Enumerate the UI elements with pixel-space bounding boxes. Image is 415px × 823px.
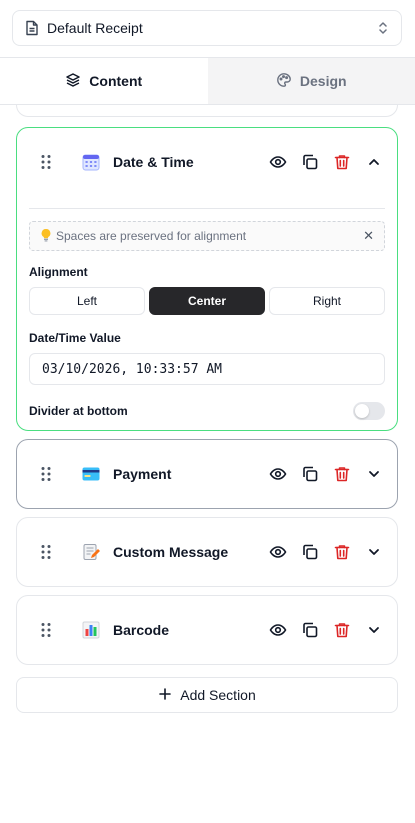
template-select[interactable]: Default Receipt	[12, 10, 402, 46]
copy-icon[interactable]	[301, 465, 319, 483]
eye-icon[interactable]	[269, 621, 287, 639]
add-section-label: Add Section	[180, 687, 256, 703]
section-card-date-time: Date & Time Spaces are preserved for ali…	[16, 127, 398, 431]
tab-design[interactable]: Design	[207, 58, 415, 104]
drag-handle-icon[interactable]	[39, 154, 53, 170]
align-right-button[interactable]: Right	[269, 287, 385, 315]
section-card-barcode: Barcode	[16, 595, 398, 665]
section-title: Barcode	[113, 622, 170, 638]
divider-toggle[interactable]	[353, 402, 385, 420]
section-header[interactable]: Date & Time	[17, 128, 397, 196]
section-header[interactable]: Custom Message	[17, 518, 397, 586]
plus-icon	[158, 687, 172, 704]
bar-chart-emoji-icon	[81, 620, 101, 640]
section-card-custom-message: Custom Message	[16, 517, 398, 587]
section-header[interactable]: Payment	[17, 440, 397, 508]
layers-icon	[65, 72, 81, 91]
trash-icon[interactable]	[333, 153, 351, 171]
tab-content-label: Content	[89, 73, 143, 89]
eye-icon[interactable]	[269, 543, 287, 561]
section-title: Payment	[113, 466, 172, 482]
divider-row: Divider at bottom	[29, 399, 385, 423]
chevron-down-icon[interactable]	[365, 465, 383, 483]
divider-at-bottom-label: Divider at bottom	[29, 404, 128, 418]
copy-icon[interactable]	[301, 153, 319, 171]
date-time-value-label: Date/Time Value	[29, 331, 121, 345]
tab-content[interactable]: Content	[0, 58, 208, 104]
hint-text: Spaces are preserved for alignment	[56, 229, 247, 243]
alignment-label: Alignment	[29, 265, 88, 279]
template-select-value: Default Receipt	[47, 20, 143, 36]
chevron-down-icon[interactable]	[365, 543, 383, 561]
section-card-payment: Payment	[16, 439, 398, 509]
chevron-up-down-icon	[377, 20, 389, 36]
alignment-segmented-control: Left Center Right	[29, 287, 385, 315]
memo-emoji-icon	[81, 542, 101, 562]
drag-handle-icon[interactable]	[39, 466, 53, 482]
section-title: Date & Time	[113, 154, 194, 170]
body-divider	[29, 208, 385, 209]
align-left-button[interactable]: Left	[29, 287, 145, 315]
eye-icon[interactable]	[269, 153, 287, 171]
drag-handle-icon[interactable]	[39, 544, 53, 560]
section-header[interactable]: Barcode	[17, 596, 397, 664]
close-icon[interactable]: ✕	[363, 228, 374, 244]
palette-icon	[276, 72, 292, 91]
trash-icon[interactable]	[333, 543, 351, 561]
copy-icon[interactable]	[301, 543, 319, 561]
drag-handle-icon[interactable]	[39, 622, 53, 638]
lightbulb-icon	[40, 228, 52, 245]
tab-design-label: Design	[299, 73, 347, 89]
chevron-down-icon[interactable]	[365, 621, 383, 639]
credit-card-emoji-icon	[81, 464, 101, 484]
chevron-up-icon[interactable]	[365, 153, 383, 171]
date-time-value-text: 03/10/2026, 10:33:57 AM	[42, 361, 223, 377]
eye-icon[interactable]	[269, 465, 287, 483]
section-title: Custom Message	[113, 544, 229, 560]
align-center-button[interactable]: Center	[149, 287, 265, 315]
calendar-emoji-icon	[81, 152, 101, 172]
trash-icon[interactable]	[333, 621, 351, 639]
hint-banner: Spaces are preserved for alignment ✕	[29, 221, 385, 251]
editor-tabs: Content Design	[0, 57, 415, 105]
add-section-button[interactable]: Add Section	[16, 677, 398, 713]
document-icon	[25, 20, 39, 36]
date-time-value-input[interactable]: 03/10/2026, 10:33:57 AM	[29, 353, 385, 385]
trash-icon[interactable]	[333, 465, 351, 483]
copy-icon[interactable]	[301, 621, 319, 639]
previous-section-card	[16, 105, 398, 117]
toggle-knob	[355, 404, 369, 418]
section-body: Spaces are preserved for alignment ✕ Ali…	[17, 208, 397, 435]
